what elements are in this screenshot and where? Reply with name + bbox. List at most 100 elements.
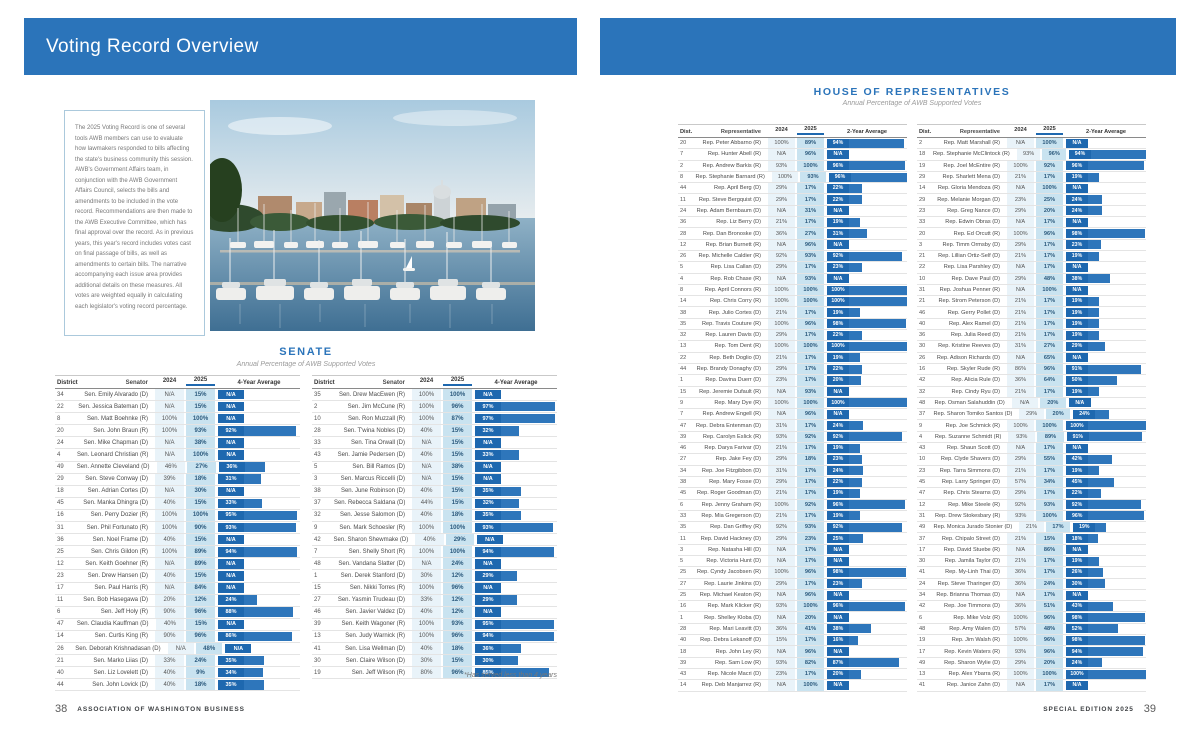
cell-legislator-name: Sen. Mark Schoesler (R) xyxy=(334,525,412,531)
table-row: 23Sen. Drew Hansen (D)40%15%N/A xyxy=(55,570,300,582)
average-bar xyxy=(1088,500,1141,509)
cell-2025-percent: 96% xyxy=(797,646,824,656)
average-value: 19% xyxy=(1066,557,1088,566)
cell-district: 7 xyxy=(678,411,696,417)
table-row: 13Sen. Judy Warnick (R)100%96%94% xyxy=(312,631,557,643)
col-header-2024: 2024 xyxy=(768,125,795,135)
average-value: 98% xyxy=(827,319,849,328)
average-bar xyxy=(501,547,554,557)
col-header-average: 4-Year Average xyxy=(218,380,300,386)
cell-average: N/A xyxy=(475,559,557,569)
cell-legislator-name: Rep. Shaun Scott (D) xyxy=(935,445,1007,451)
average-bar xyxy=(851,173,907,182)
cell-district: 13 xyxy=(917,671,935,677)
average-bar xyxy=(849,195,862,204)
cell-legislator-name: Sen. Keith Goehner (R) xyxy=(77,561,155,567)
cell-2025-percent: 29% xyxy=(446,534,474,545)
cell-legislator-name: Rep. Chris Stearns (D) xyxy=(935,490,1007,496)
average-value: 19% xyxy=(1066,387,1088,396)
cell-average: 30% xyxy=(1066,579,1146,588)
cell-2024-percent: N/A xyxy=(155,389,184,400)
cell-legislator-name: Rep. Clyde Shavers (D) xyxy=(935,456,1007,462)
average-bar xyxy=(501,426,519,436)
cell-average: 29% xyxy=(475,595,557,605)
cell-average: 19% xyxy=(1066,297,1146,306)
cell-average: N/A xyxy=(827,545,907,554)
table-row: 2Rep. Matt Marshall (R)N/A100%N/A xyxy=(917,138,1146,149)
average-bar xyxy=(1088,534,1098,543)
cell-legislator-name: Sen. Claudia Kauffman (D) xyxy=(77,621,156,627)
cell-average: 87% xyxy=(827,658,907,667)
cell-legislator-name: Rep. Sam Low (R) xyxy=(696,660,768,666)
cell-average: 88% xyxy=(218,607,300,617)
table-row: 40Sen. Liz Lovelett (D)40%9%34% xyxy=(55,667,300,679)
cell-2024-percent: 21% xyxy=(768,511,795,521)
cell-average: 92% xyxy=(1066,500,1146,509)
cell-average: 100% xyxy=(1066,421,1146,430)
average-bar xyxy=(1088,206,1102,215)
cell-average: 96% xyxy=(827,602,907,611)
cell-2024-percent: 30% xyxy=(412,655,441,666)
cell-district: 21 xyxy=(917,253,935,259)
cell-2024-percent: 29% xyxy=(768,330,795,340)
cell-2024-percent: 100% xyxy=(768,296,795,306)
cell-2025-percent: 100% xyxy=(443,522,472,533)
cell-average: 23% xyxy=(827,579,907,588)
cell-2024-percent: 100% xyxy=(155,522,184,533)
cell-district: 15 xyxy=(312,585,334,591)
cell-2025-percent: 96% xyxy=(797,319,824,329)
table-row: 15Rep. Jeremie Dufault (R)N/A93%N/A xyxy=(678,387,907,398)
average-bar xyxy=(849,670,861,679)
cell-legislator-name: Rep. Mark Klicker (R) xyxy=(696,603,768,609)
average-value: 26% xyxy=(1066,568,1088,577)
cell-average: 19% xyxy=(1066,331,1146,340)
cell-legislator-name: Sen. T'wina Nobles (D) xyxy=(334,428,412,434)
cell-district: 40 xyxy=(55,670,77,676)
cell-legislator-name: Rep. Melanie Morgan (D) xyxy=(935,197,1007,203)
average-value: N/A xyxy=(218,438,244,448)
cell-legislator-name: Sen. Drew Hansen (D) xyxy=(77,573,155,579)
cell-average: 22% xyxy=(827,184,907,193)
cell-legislator-name: Rep. Mia Gregerson (D) xyxy=(696,513,768,519)
cell-average: N/A xyxy=(827,206,907,215)
table-row: 20Sen. John Braun (R)100%93%92% xyxy=(55,425,300,437)
cell-legislator-name: Rep. Roger Goodman (D) xyxy=(696,490,768,496)
table-row: 8Rep. Stephanie Barnard (R)100%93%96% xyxy=(678,172,907,183)
cell-district: 40 xyxy=(917,321,935,327)
cell-legislator-name: Rep. Tarra Simmons (D) xyxy=(935,468,1007,474)
average-bar xyxy=(849,602,905,611)
cell-average: 86% xyxy=(218,632,300,642)
cell-2024-percent: 100% xyxy=(412,583,441,594)
cell-legislator-name: Rep. Drew Stokesbary (R) xyxy=(935,513,1007,519)
cell-average: N/A xyxy=(827,274,907,283)
average-value: 18% xyxy=(1066,534,1088,543)
table-row: 22Rep. Beth Doglio (D)21%17%19% xyxy=(678,353,907,364)
average-value: 22% xyxy=(827,365,849,374)
cell-average: 91% xyxy=(1066,365,1146,374)
average-value: 96% xyxy=(829,173,851,182)
cell-2024-percent: 57% xyxy=(1007,477,1034,487)
cell-legislator-name: Rep. Kevin Waters (R) xyxy=(935,649,1007,655)
average-value: N/A xyxy=(827,150,849,159)
cell-2024-percent: 93% xyxy=(1007,646,1034,656)
average-bar xyxy=(244,607,293,617)
table-row: 28Rep. Dan Bronoske (D)36%27%31% xyxy=(678,228,907,239)
average-bar xyxy=(1088,511,1144,520)
average-value: 38% xyxy=(1066,274,1088,283)
house-table-column-1: Dist. Representative 2024 2025 2-Year Av… xyxy=(678,124,907,692)
cell-2025-percent: 93% xyxy=(797,387,824,397)
page-number: 39 xyxy=(1144,703,1156,715)
cell-2024-percent: 90% xyxy=(155,631,184,642)
average-value: 100% xyxy=(827,297,849,306)
cell-2024-percent: 21% xyxy=(1007,466,1034,476)
cell-2024-percent: N/A xyxy=(1007,262,1034,272)
table-row: 13Rep. Tom Dent (R)100%100%100% xyxy=(678,341,907,352)
cell-district: 29 xyxy=(917,174,935,180)
average-bar xyxy=(1088,579,1105,588)
cell-2024-percent: 29% xyxy=(768,262,795,272)
cell-average: N/A xyxy=(218,450,300,460)
cell-legislator-name: Rep. Joe Timmons (D) xyxy=(935,603,1007,609)
average-value: N/A xyxy=(1066,545,1088,554)
average-bar xyxy=(501,595,517,605)
cell-2025-percent: 100% xyxy=(1036,511,1063,521)
